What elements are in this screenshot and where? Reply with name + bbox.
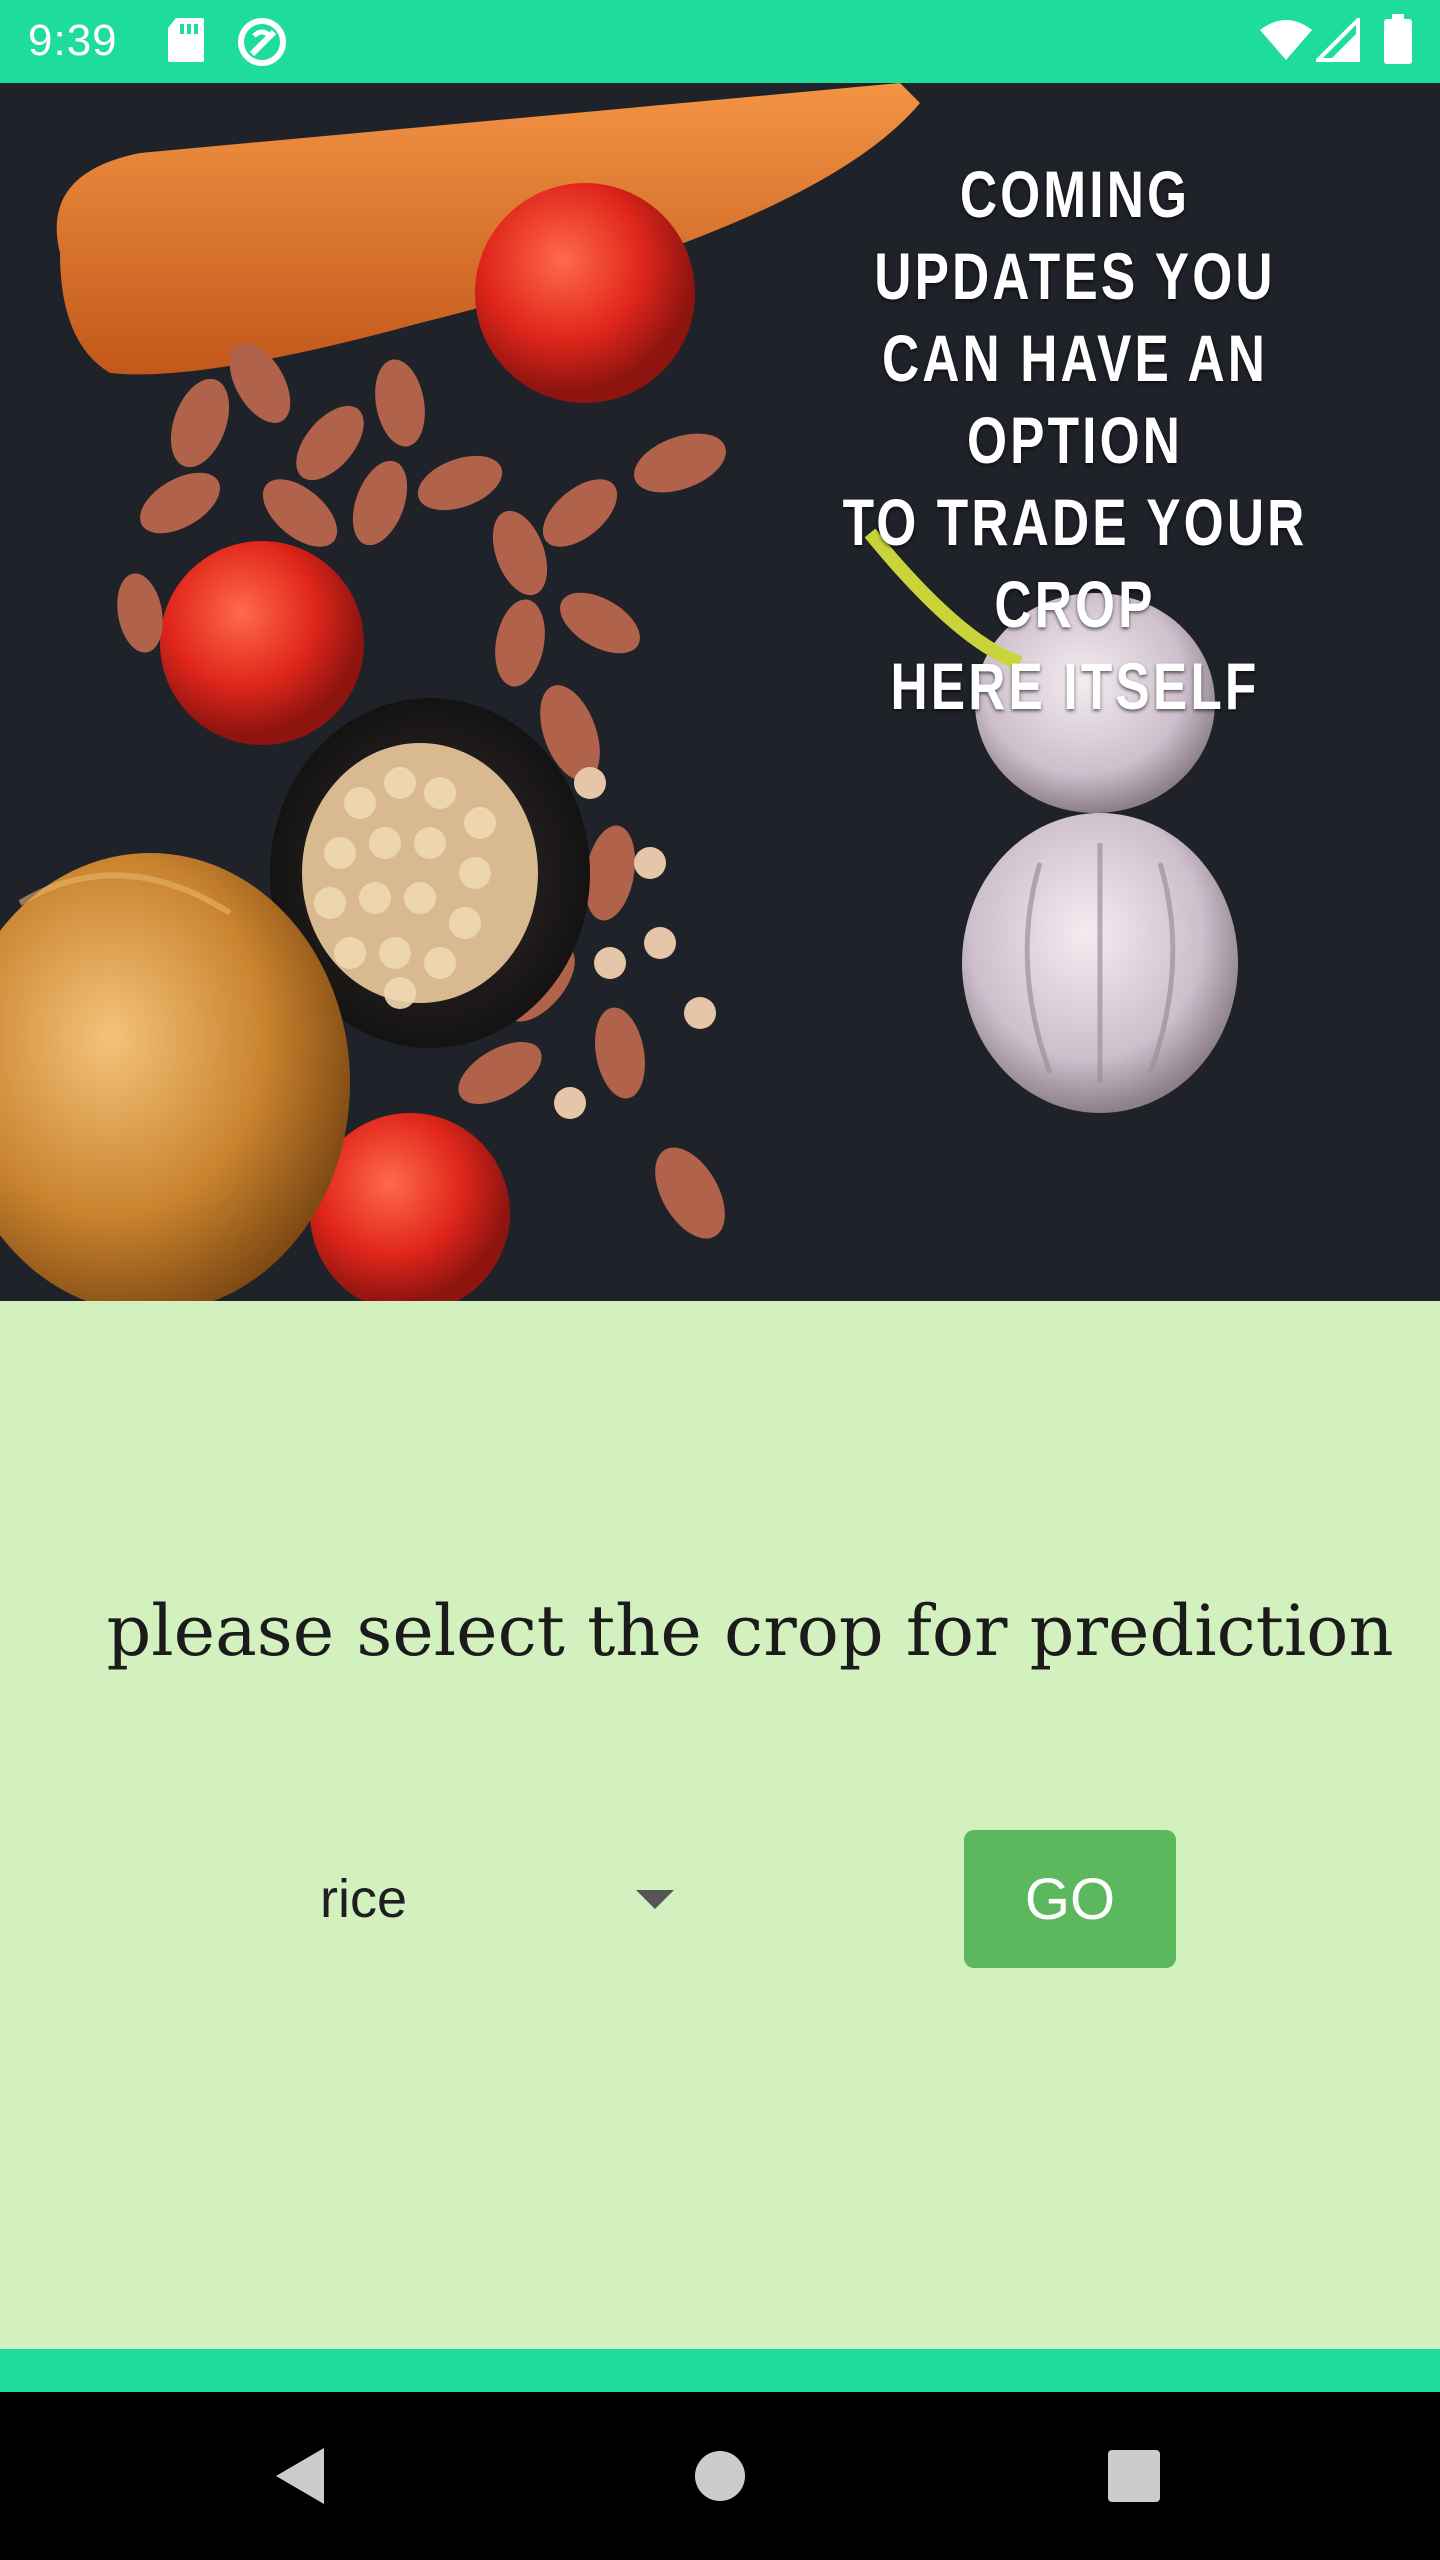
status-bar: 9:39: [0, 0, 1440, 83]
go-button[interactable]: GO: [964, 1830, 1176, 1968]
home-icon: [695, 2451, 745, 2501]
battery-icon: [1384, 14, 1412, 68]
prompt-text: please select the crop for prediction: [106, 1590, 1394, 1672]
banner-line: HERE ITSELF: [890, 649, 1260, 723]
banner-line: CAN HAVE AN OPTION: [881, 321, 1269, 477]
recents-icon: [1108, 2450, 1160, 2502]
crop-select-value: rice: [320, 1869, 408, 1929]
banner-text: COMING UPDATES YOU CAN HAVE AN OPTION TO…: [829, 153, 1320, 727]
recents-button[interactable]: [1054, 2392, 1214, 2560]
nav-bar: [0, 2392, 1440, 2560]
sd-card-icon: [166, 16, 206, 68]
sync-icon: [236, 16, 288, 72]
cell-signal-icon: [1313, 15, 1360, 66]
home-button[interactable]: [640, 2392, 800, 2560]
back-button[interactable]: [220, 2392, 380, 2560]
banner-line: TO TRADE YOUR CROP: [842, 485, 1308, 641]
wifi-icon: [1258, 18, 1314, 66]
banner-line: COMING UPDATES YOU: [874, 157, 1276, 313]
dropdown-arrow-icon: [636, 1890, 674, 1909]
crop-select[interactable]: rice: [300, 1860, 700, 1950]
status-time: 9:39: [28, 16, 118, 65]
back-icon: [276, 2448, 324, 2504]
banner-image: COMING UPDATES YOU CAN HAVE AN OPTION TO…: [0, 83, 1440, 1301]
bottom-strip: [0, 2349, 1440, 2392]
